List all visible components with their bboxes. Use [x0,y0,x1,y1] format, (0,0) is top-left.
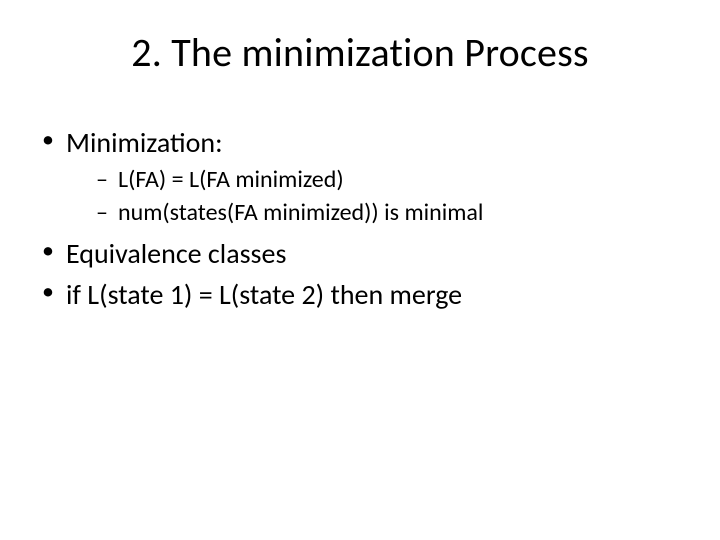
bullet-merge: if L(state 1) = L(state 2) then merge [38,277,682,312]
sub-bullet-numstates: num(states(FA minimized)) is minimal [66,197,682,228]
bullet-text: Equivalence classes [66,236,286,271]
bullet-equivalence: Equivalence classes [38,236,682,271]
bullet-minimization: Minimization: L(FA) = L(FA minimized) nu… [38,125,682,228]
slide: 2. The minimization Process Minimization… [0,0,720,540]
bullet-list: Minimization: L(FA) = L(FA minimized) nu… [38,125,682,312]
bullet-text: Minimization: [66,125,223,160]
sub-bullet-lfa: L(FA) = L(FA minimized) [66,164,682,195]
sub-bullet-list: L(FA) = L(FA minimized) num(states(FA mi… [66,164,682,228]
slide-title: 2. The minimization Process [0,28,720,77]
bullet-text: if L(state 1) = L(state 2) then merge [66,277,462,312]
sub-bullet-text: num(states(FA minimized)) is minimal [118,198,483,227]
slide-content: Minimization: L(FA) = L(FA minimized) nu… [0,125,720,312]
sub-bullet-text: L(FA) = L(FA minimized) [118,165,344,194]
